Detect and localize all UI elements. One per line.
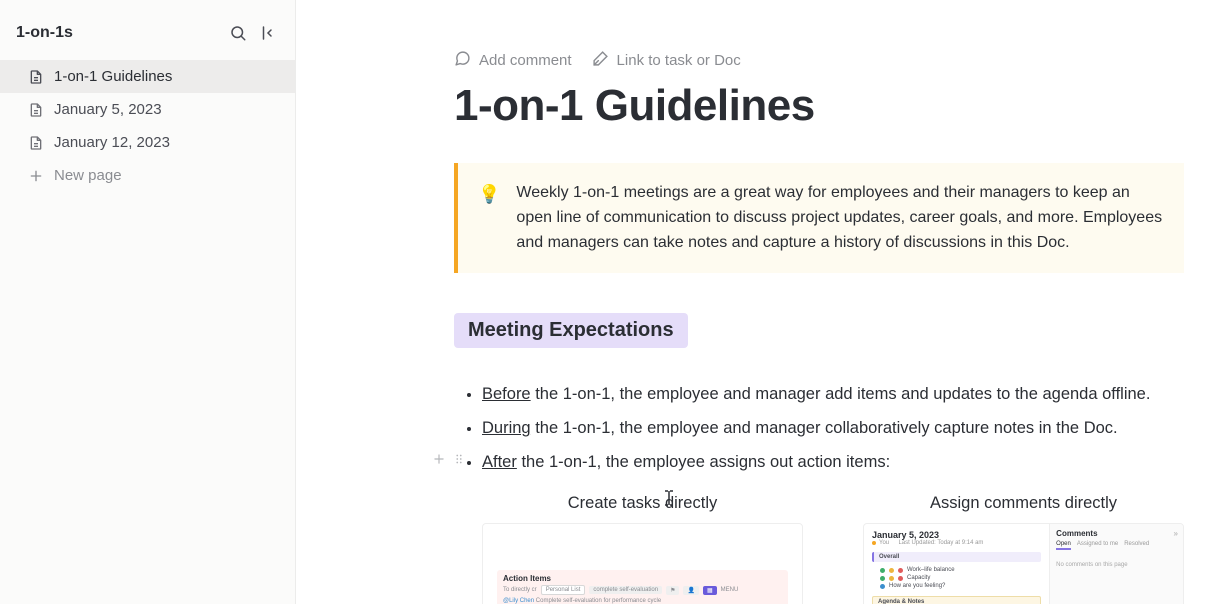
comments-preview: » Comments Open Assigned to me Resolved … xyxy=(1049,524,1183,604)
section-heading-wrap: Meeting Expectations xyxy=(454,313,1184,378)
list-item[interactable]: Before the 1-on-1, the employee and mana… xyxy=(482,378,1184,412)
page-icon xyxy=(28,102,44,118)
sidebar-header: 1-on-1s xyxy=(0,16,295,60)
sidebar-item-jan12[interactable]: January 12, 2023 xyxy=(0,126,295,159)
block-hover-controls xyxy=(432,450,466,474)
list-item[interactable]: After the 1-on-1, the employee assigns o… xyxy=(482,446,1184,480)
main-content: Add comment Link to task or Doc 1-on-1 G… xyxy=(296,0,1210,604)
preview-date: January 5, 2023 xyxy=(872,530,1041,540)
column-right: Assign comments directly January 5, 2023… xyxy=(863,494,1184,604)
comments-tabs: Open Assigned to me Resolved xyxy=(1056,541,1177,550)
task-card-subtitle: To directly cr xyxy=(503,587,537,593)
columns: Create tasks directly Action Items To di… xyxy=(454,494,1184,604)
callout[interactable]: 💡 Weekly 1-on-1 meetings are a great way… xyxy=(454,163,1184,273)
column-left: Create tasks directly Action Items To di… xyxy=(482,494,803,604)
bullet-keyword: During xyxy=(482,419,531,437)
sidebar-item-label: January 12, 2023 xyxy=(54,134,170,151)
doc-actions: Add comment Link to task or Doc xyxy=(454,50,1184,71)
callout-text: Weekly 1-on-1 meetings are a great way f… xyxy=(516,181,1164,255)
task-card-title: Action Items xyxy=(503,574,551,583)
drag-handle-icon[interactable] xyxy=(452,450,466,474)
bullet-keyword: After xyxy=(482,453,517,471)
chevron-right-icon: » xyxy=(1174,529,1178,538)
preview-updated: Last Updated: Today at 9:14 am xyxy=(898,540,983,546)
plus-icon xyxy=(28,168,44,184)
workspace-title: 1-on-1s xyxy=(16,24,73,42)
comments-title: Comments xyxy=(1056,529,1177,538)
search-icon[interactable] xyxy=(227,22,249,44)
comment-icon xyxy=(454,50,471,71)
sidebar-item-guidelines[interactable]: 1-on-1 Guidelines xyxy=(0,60,295,93)
preview-overall: Overall xyxy=(872,552,1041,562)
new-page-button[interactable]: New page xyxy=(0,159,295,192)
sidebar-item-label: 1-on-1 Guidelines xyxy=(54,68,172,85)
sidebar-item-label: January 5, 2023 xyxy=(54,101,162,118)
link-task-button[interactable]: Link to task or Doc xyxy=(592,50,741,71)
bullet-keyword: Before xyxy=(482,385,531,403)
sidebar-item-jan5[interactable]: January 5, 2023 xyxy=(0,93,295,126)
comments-tab: Open xyxy=(1056,541,1071,550)
task-user: @Lily Chen xyxy=(503,598,534,604)
collapse-sidebar-icon[interactable] xyxy=(257,22,279,44)
column-heading[interactable]: Assign comments directly xyxy=(863,494,1184,513)
bullet-text: the 1-on-1, the employee and manager add… xyxy=(531,385,1151,403)
bullet-text: the 1-on-1, the employee and manager col… xyxy=(531,419,1118,437)
page-icon xyxy=(28,135,44,151)
task-list-pill: Personal List xyxy=(541,585,586,595)
comments-empty: No comments on this page xyxy=(1056,562,1177,568)
list-item[interactable]: During the 1-on-1, the employee and mana… xyxy=(482,412,1184,446)
comments-tab: Assigned to me xyxy=(1077,541,1118,550)
sidebar: 1-on-1s 1-on-1 Guidelines January 5, 202… xyxy=(0,0,296,604)
task-card: Action Items To directly cr Personal Lis… xyxy=(497,570,788,604)
link-task-label: Link to task or Doc xyxy=(617,52,741,69)
text-cursor-icon xyxy=(664,490,666,504)
tasks-thumbnail[interactable]: Action Items To directly cr Personal Lis… xyxy=(482,523,803,604)
doc-preview: January 5, 2023 You Last Updated: Today … xyxy=(864,524,1049,604)
preview-row: Capacity xyxy=(907,575,930,581)
column-heading[interactable]: Create tasks directly xyxy=(482,494,803,513)
document: Add comment Link to task or Doc 1-on-1 G… xyxy=(454,0,1184,604)
comments-tab: Resolved xyxy=(1124,541,1149,550)
comments-thumbnail[interactable]: January 5, 2023 You Last Updated: Today … xyxy=(863,523,1184,604)
task-menu: MENU xyxy=(721,587,739,593)
link-icon xyxy=(592,50,609,71)
new-page-label: New page xyxy=(54,167,122,184)
page-title[interactable]: 1-on-1 Guidelines xyxy=(454,81,1184,131)
page-icon xyxy=(28,69,44,85)
preview-agenda: Agenda & Notes xyxy=(872,596,1041,604)
bullet-text: the 1-on-1, the employee assigns out act… xyxy=(517,453,890,471)
preview-row: Work–life balance xyxy=(907,567,955,573)
task-text: complete self-evaluation xyxy=(589,586,662,594)
preview-row: How are you feeling? xyxy=(889,583,945,589)
add-block-icon[interactable] xyxy=(432,450,446,474)
task-subtext: Complete self-evaluation for performance… xyxy=(536,598,661,604)
bullet-list: Before the 1-on-1, the employee and mana… xyxy=(454,378,1184,480)
section-heading[interactable]: Meeting Expectations xyxy=(454,313,688,348)
preview-you: You xyxy=(879,540,889,546)
add-comment-button[interactable]: Add comment xyxy=(454,50,572,71)
add-comment-label: Add comment xyxy=(479,52,572,69)
bulb-icon: 💡 xyxy=(478,181,500,255)
sidebar-header-actions xyxy=(227,22,279,44)
